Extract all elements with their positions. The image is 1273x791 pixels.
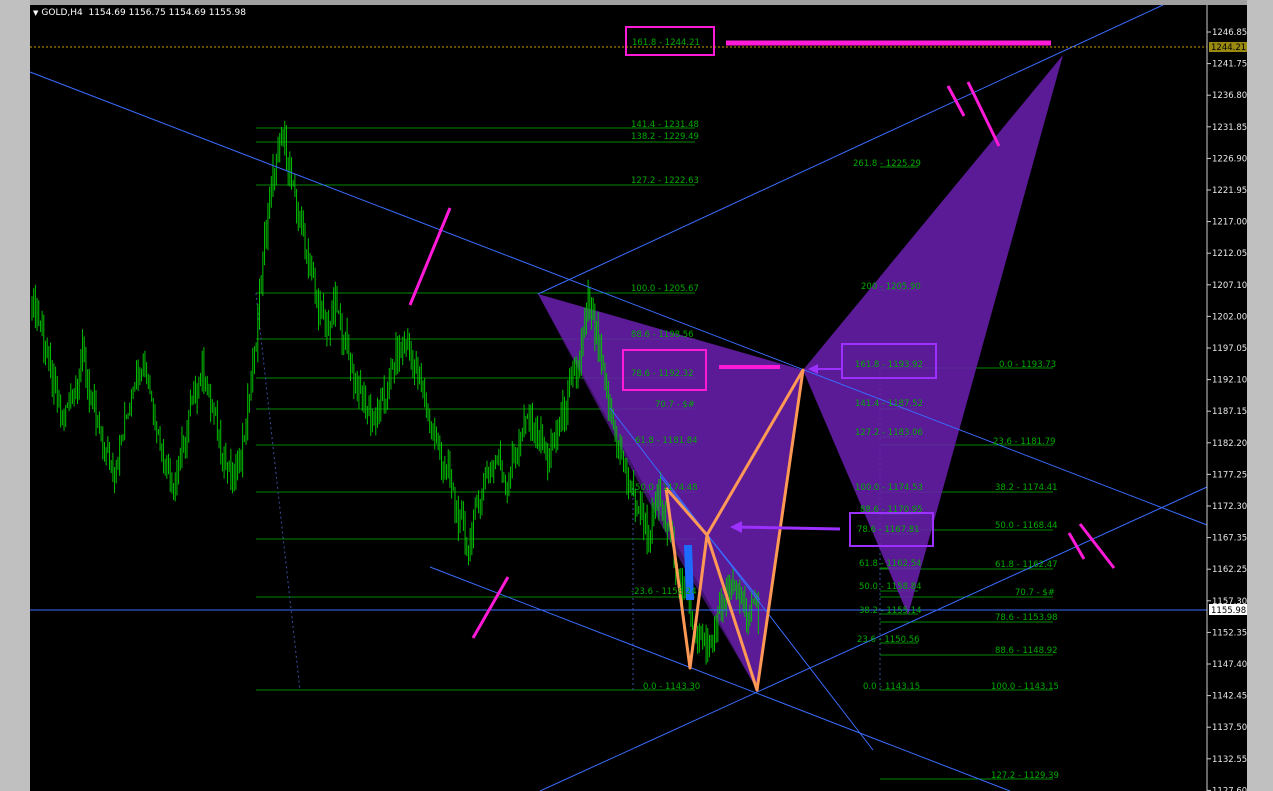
fib-label: 0.0 - 1143.30	[643, 682, 700, 692]
fib-label: 100.0 - 1143.15	[991, 682, 1059, 692]
price-tick-label: 1231.85	[1212, 123, 1247, 133]
price-tick-label: 1221.95	[1212, 186, 1247, 196]
fib-label: 38.2 - 1174.41	[995, 483, 1058, 493]
fib-label: 0.0 - 1193.73	[999, 360, 1056, 370]
fib-label: 261.8 - 1225.29	[853, 159, 921, 169]
fib-label: 0.0 - 1143.15	[863, 682, 920, 692]
fib-label: 78.6 - 1192.32	[631, 369, 694, 379]
arrow-line	[734, 525, 841, 531]
price-tick-label: 1162.25	[1212, 565, 1247, 575]
fib-label: 127.2 - 1222.63	[631, 176, 699, 186]
ohlc-values: 1154.69 1156.75 1154.69 1155.98	[88, 8, 246, 18]
price-tick-label: 1212.05	[1212, 249, 1247, 259]
price-tick-label: 1172.30	[1212, 502, 1247, 512]
current-price-label: 1155.98	[1211, 606, 1246, 616]
fib-label: 100.0 - 1205.67	[631, 284, 699, 294]
fib-label: 61.8 - 1162.47	[995, 560, 1058, 570]
price-tick-label: 1246.85	[1212, 28, 1247, 38]
fib-label: 78.6 - 1153.98	[995, 613, 1058, 623]
fib-label: 78.6 - 1167.81	[857, 525, 920, 535]
fib-label: 61.8 - 1181.84	[635, 436, 698, 446]
chart-window[interactable]: 141.4 - 1231.48 138.2 - 1229.49 127.2 - 12…	[0, 0, 1273, 791]
price-chart[interactable]: 141.4 - 1231.48 138.2 - 1229.49 127.2 - 12…	[0, 0, 1273, 791]
price-tick-label: 1202.00	[1212, 312, 1247, 322]
price-tick-label: 1177.25	[1212, 470, 1247, 480]
price-tick-label: 1147.40	[1212, 660, 1247, 670]
price-tick-label: 1226.90	[1212, 154, 1247, 164]
collapse-triangle-icon[interactable]: ▼	[33, 9, 38, 17]
fib-label: 100.0 - 1174.53	[855, 483, 923, 493]
price-tick-label: 1187.15	[1212, 407, 1247, 417]
fib-label: 23.6 - 1150.56	[857, 635, 920, 645]
price-tick-label: 1142.45	[1212, 692, 1247, 702]
fib-label: 141.4 - 1187.52	[855, 399, 923, 409]
fib-label: 50.0 - 1158.84	[859, 582, 922, 592]
fib-label: 161.8 - 1193.92	[855, 360, 923, 370]
price-tick-label: 1241.75	[1212, 60, 1247, 70]
fib-label: 23.6 - 1181.79	[993, 437, 1056, 447]
fib-label: 70.7 - $#	[1015, 588, 1055, 598]
symbol-timeframe: GOLD,H4	[41, 8, 83, 18]
fib-label: 88.6 - 1148.92	[995, 646, 1058, 656]
price-tick-label: 1182.20	[1212, 439, 1247, 449]
fib-label: 141.4 - 1231.48	[631, 120, 699, 130]
fib-label: 138.2 - 1229.49	[631, 132, 699, 142]
fib-label: 61.8 - 1162.54	[859, 559, 922, 569]
price-tick-label: 1207.10	[1212, 281, 1247, 291]
price-tick-label: 1152.35	[1212, 628, 1247, 638]
price-tick-label: 1167.35	[1212, 534, 1247, 544]
price-tick-label: 1192.10	[1212, 376, 1247, 386]
fib-label: 127.2 - 1129.39	[991, 771, 1059, 781]
fib-label: 70.7 - $#	[655, 400, 695, 410]
price-tick-label: 1132.55	[1212, 755, 1247, 765]
marker-price-label: 1244.21	[1211, 43, 1246, 53]
price-tick-label: 1197.05	[1212, 344, 1247, 354]
price-tick-label: 1137.50	[1212, 723, 1247, 733]
price-tick-label: 1217.00	[1212, 218, 1247, 228]
price-tick-label: 1236.80	[1212, 91, 1247, 101]
fib-label: 38.2 - 1155.14	[859, 606, 922, 616]
fib-label: -23.6 - 1158.24	[631, 587, 697, 597]
fib-label: 50.0 - 1174.48	[635, 483, 698, 493]
fib-label: 88.6 - 1170.95	[860, 505, 923, 515]
fib-label: 127.2 - 1183.06	[855, 428, 923, 438]
fib-label: 200 - 1205.90	[861, 282, 921, 292]
fib-label: 50.0 - 1168.44	[995, 521, 1058, 531]
chart-header: ▼ GOLD,H4 1154.69 1156.75 1154.69 1155.98	[33, 8, 246, 18]
price-tick-label: 1127.60	[1212, 786, 1247, 791]
fib-label: 88.6 - 1198.56	[631, 330, 694, 340]
